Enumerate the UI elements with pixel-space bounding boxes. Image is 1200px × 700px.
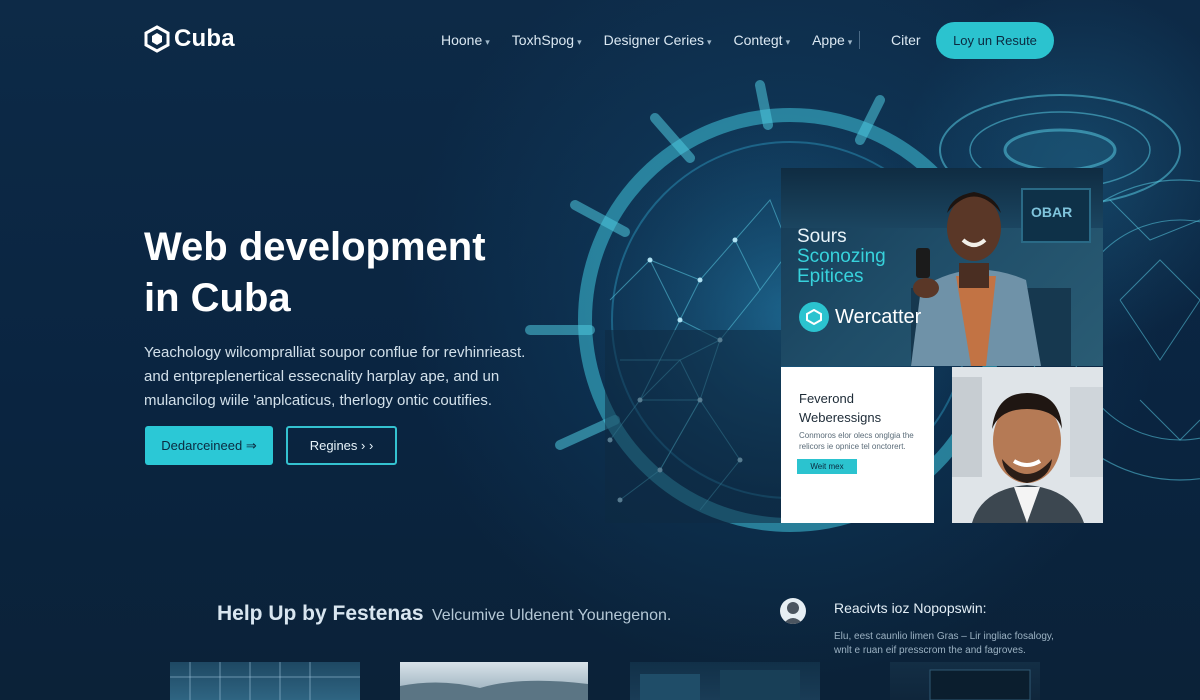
chevron-down-icon: ▾ — [847, 37, 853, 47]
feature-card-button[interactable]: Weit mex — [797, 459, 857, 474]
nav-item-label: Designer Ceries — [603, 32, 704, 48]
nav-item-contact[interactable]: Contegt ▾ — [734, 32, 791, 48]
section-heading-light: Velcumive Uldenent Younegenon. — [432, 607, 672, 624]
review-line1: Elu, eest caunlio limen Gras – Lir ingli… — [834, 631, 1054, 642]
nav-item-label: Hoone — [441, 32, 483, 48]
hero-title-line2: in Cuba — [144, 276, 291, 320]
main-nav: Hoone ▾ ToxhSpog ▾ Designer Ceries ▾ Conteg… — [441, 32, 874, 48]
chevron-down-icon: ▾ — [706, 37, 712, 47]
person-portrait-illustration — [952, 367, 1103, 523]
hexagon-badge-icon — [799, 302, 829, 332]
header-cta-button[interactable]: Loy un Resute — [936, 22, 1054, 59]
nav-item-designer[interactable]: Designer Ceries ▾ — [604, 32, 712, 48]
card-title-line1: Feverond — [799, 391, 854, 406]
team-member-photo — [952, 367, 1103, 523]
section-heading-strong: Help Up by Festenas — [217, 602, 424, 625]
collage-brand-text: Wercatter — [835, 305, 922, 328]
collage-title: Sours Sconozing Epitices — [797, 227, 886, 287]
feature-card: Feverond Weberessigns Conmoros elor olec… — [781, 367, 934, 523]
card-body-line2: relicors ie opnice tel onctorert. — [799, 442, 906, 451]
nav-divider — [859, 31, 860, 49]
collage-brand: Wercatter — [799, 302, 921, 332]
thumbnail-image[interactable] — [890, 662, 1040, 700]
secondary-button[interactable]: Regines › › — [286, 426, 397, 465]
hero-desc-line1: Yeachology wilcompralliat soupor conflue… — [144, 344, 526, 361]
card-body-line1: Conmoros elor olecs onglgia the — [799, 431, 914, 440]
nav-item-home[interactable]: Hoone ▾ — [441, 32, 490, 48]
collage-title-line3: Epitices — [797, 266, 864, 287]
avatar — [780, 598, 806, 624]
feature-card-title: Feverond Weberessigns — [799, 389, 929, 427]
review-line2: wnlt e ruan eif presscrom the and fagrov… — [834, 645, 1026, 656]
section-heading: Help Up by Festenas Velcumive Uldenent Y… — [217, 602, 671, 626]
hero-desc-line3: mulancilog wiile 'anplcaticus, therlogy … — [144, 392, 493, 409]
brand-name: Cuba — [174, 25, 235, 52]
review-title: Reacivts ioz Nopopswin: — [834, 600, 987, 616]
chevron-down-icon: ▾ — [577, 37, 582, 47]
hero-title-line1: Web development — [144, 225, 486, 269]
thumbnail-image[interactable] — [170, 662, 360, 700]
brand-logo[interactable]: Cuba — [144, 25, 235, 53]
nav-item-label: ToxhSpog — [511, 32, 575, 48]
hero-description: Yeachology wilcompralliat soupor conflue… — [144, 341, 544, 413]
nav-item-tech[interactable]: ToxhSpog ▾ — [512, 32, 582, 48]
collage-title-line2: Sconozing — [797, 246, 886, 267]
review-body: Elu, eest caunlio limen Gras – Lir ingli… — [834, 630, 1064, 658]
feature-card-body: Conmoros elor olecs onglgia the relicors… — [799, 430, 919, 452]
hero-desc-line2: and entpreplenertical essecnality harpla… — [144, 368, 500, 385]
nav-item-label: Contegt — [733, 32, 783, 48]
hexagon-logo-icon — [144, 25, 170, 53]
hero-title: Web development in Cuba — [144, 222, 564, 324]
card-title-line2: Weberessigns — [799, 410, 882, 425]
nav-item-label: Appe — [812, 32, 845, 48]
primary-button[interactable]: Dedarceineed ⇒ — [145, 426, 273, 465]
thumbnail-image[interactable] — [630, 662, 820, 700]
chevron-down-icon: ▾ — [785, 37, 791, 47]
nav-item-apps[interactable]: Appe ▾ — [812, 32, 852, 48]
chevron-down-icon: ▾ — [485, 37, 490, 47]
collage-title-line1: Sours — [797, 226, 847, 247]
thumbnail-image[interactable] — [400, 662, 588, 700]
nav-item-citer[interactable]: Citer — [891, 32, 921, 48]
